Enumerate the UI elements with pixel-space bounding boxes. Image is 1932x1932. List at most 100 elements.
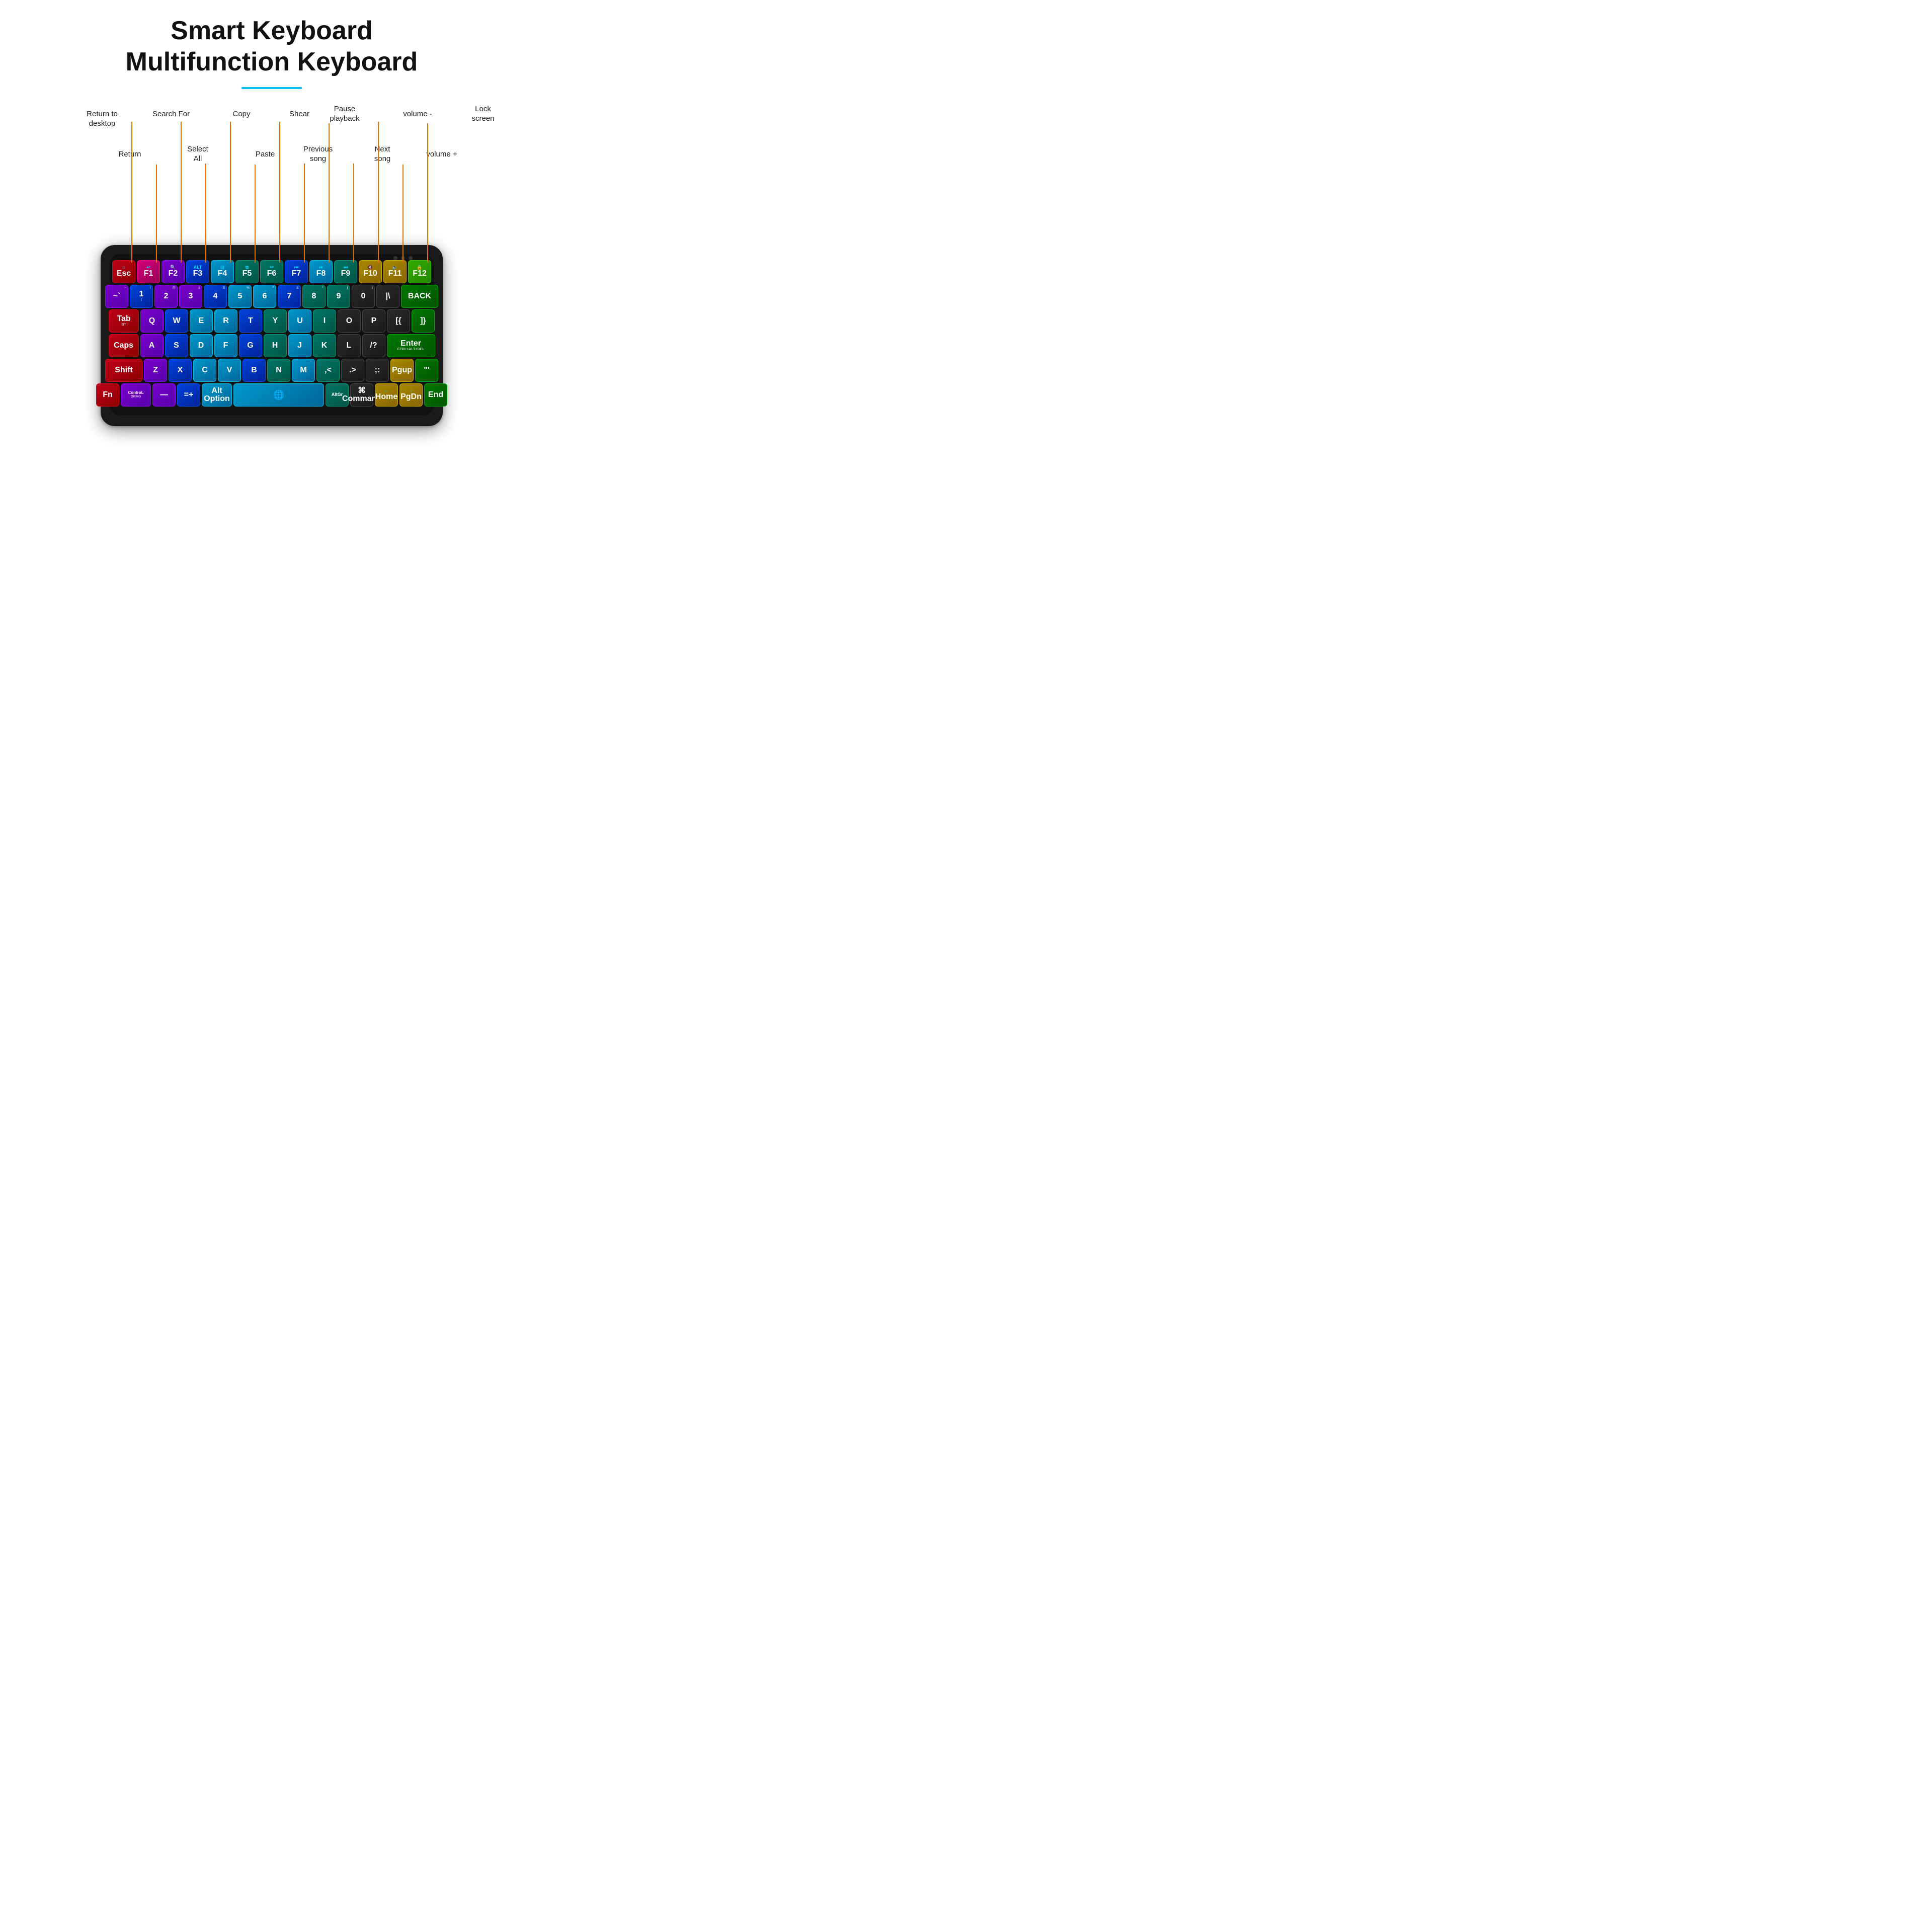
key-F9-0-9[interactable]: ⏭F9 — [334, 260, 357, 283]
key-F2-0-2[interactable]: 🔍F2 — [162, 260, 185, 283]
key-E-2-3[interactable]: E — [190, 309, 213, 333]
key-5-1-5[interactable]: 5% — [228, 285, 252, 308]
key-D-3-3[interactable]: D — [190, 334, 213, 357]
key-U-2-7[interactable]: U — [288, 309, 311, 333]
key-space-5-5[interactable]: 🌐 — [233, 383, 324, 407]
label-next-song: Next song — [357, 144, 408, 164]
key-ControL-5-1[interactable]: ControLDRAG — [121, 383, 151, 407]
key--4-9[interactable]: .> — [341, 359, 364, 382]
connector-select-all — [205, 164, 206, 263]
key-Caps-3-0[interactable]: Caps — [109, 334, 139, 357]
key-8-1-8[interactable]: 8* — [302, 285, 326, 308]
keyboard: ⌂Esc↩F1🔍F2ALTF3⊡F4⧉F5✂F6⏮F7⏯F8⏭F9🔇F10🔉F1… — [101, 245, 443, 426]
key-F5-0-5[interactable]: ⧉F5 — [235, 260, 259, 283]
title-line2: Multifunction Keyboard — [126, 46, 418, 77]
key-F11-0-11[interactable]: 🔉F11 — [383, 260, 407, 283]
label-volume-minus: volume - — [392, 109, 443, 119]
key-F1-0-1[interactable]: ↩F1 — [137, 260, 160, 283]
label-volume-plus: volume + — [417, 149, 467, 159]
page-title: Smart Keyboard Multifunction Keyboard — [126, 10, 418, 78]
connector-copy — [230, 122, 231, 263]
key-Alt-Option-5-4[interactable]: Alt Option — [202, 383, 232, 407]
key-3-1-3[interactable]: 3# — [179, 285, 202, 308]
connector-volume-plus — [403, 165, 404, 263]
key-1-1-1[interactable]: 1!! — [130, 285, 153, 308]
key-Q-2-1[interactable]: Q — [140, 309, 164, 333]
key-2-1-2[interactable]: 2@ — [154, 285, 178, 308]
key-Pgup-4-11[interactable]: Pgup — [390, 359, 414, 382]
key-J-3-7[interactable]: J — [288, 334, 311, 357]
key-F-3-4[interactable]: F — [214, 334, 237, 357]
key-Enter-3-11[interactable]: EnterCTRL+ALT+DEL — [387, 334, 435, 357]
connector-return — [156, 165, 157, 263]
key-Z-4-1[interactable]: Z — [144, 359, 167, 382]
key-T-2-5[interactable]: T — [239, 309, 262, 333]
key-M-4-7[interactable]: M — [292, 359, 315, 382]
key-Y-2-6[interactable]: Y — [264, 309, 287, 333]
key-F10-0-10[interactable]: 🔇F10 — [359, 260, 382, 283]
key-C-4-3[interactable]: C — [193, 359, 216, 382]
label-previous-song: Previous song — [293, 144, 343, 164]
connector-previous-song — [304, 164, 305, 263]
key--1-0[interactable]: ~`~ — [105, 285, 128, 308]
key-Tab-2-0[interactable]: TabBT — [109, 309, 139, 333]
key-S-3-2[interactable]: S — [165, 334, 188, 357]
key-Home-5-8[interactable]: ←Home — [375, 383, 398, 407]
key-F6-0-6[interactable]: ✂F6 — [260, 260, 283, 283]
key-9-1-9[interactable]: 9( — [327, 285, 350, 308]
label-shear: Shear — [274, 109, 325, 119]
key-W-2-2[interactable]: W — [165, 309, 188, 333]
key-F8-0-8[interactable]: ⏯F8 — [309, 260, 333, 283]
key--4-8[interactable]: ,< — [316, 359, 340, 382]
key--2-12[interactable]: ]} — [412, 309, 435, 333]
key--Command-5-7[interactable]: ⌘ Command — [350, 383, 373, 407]
key-row-5: FnControLDRAG—=+Alt Option🌐AltGr⌘ Comman… — [115, 383, 429, 407]
key-K-3-8[interactable]: K — [313, 334, 336, 357]
key-row-2: TabBTQWERTYUIOP[{]} — [115, 309, 429, 333]
key-6-1-6[interactable]: 6^ — [253, 285, 276, 308]
label-pause-playback: Pause playback — [319, 104, 370, 124]
key-G-3-5[interactable]: G — [239, 334, 262, 357]
key--3-10[interactable]: /? — [362, 334, 385, 357]
key-R-2-4[interactable]: R — [214, 309, 237, 333]
key-F4-0-4[interactable]: ⊡F4 — [211, 260, 234, 283]
key-O-2-9[interactable]: O — [338, 309, 361, 333]
key-H-3-6[interactable]: H — [264, 334, 287, 357]
label-return: Return — [105, 149, 155, 159]
diagram-area: ⌂Esc↩F1🔍F2ALTF3⊡F4⧉F5✂F6⏮F7⏯F8⏭F9🔇F10🔉F1… — [25, 94, 518, 436]
key--5-3[interactable]: =+ — [177, 383, 200, 407]
key-F12-0-12[interactable]: 🔒F12 — [408, 260, 431, 283]
key-Fn-5-0[interactable]: Fn — [96, 383, 119, 407]
label-paste: Paste — [240, 149, 290, 159]
connector-next-song — [353, 164, 354, 263]
key-Shift-4-0[interactable]: Shift — [105, 359, 142, 382]
key-PgDn-5-9[interactable]: ↓PgDn — [399, 383, 423, 407]
key-7-1-7[interactable]: 7& — [278, 285, 301, 308]
key--1-11[interactable]: |\ — [376, 285, 399, 308]
key-I-2-8[interactable]: I — [313, 309, 336, 333]
label-return-desktop: Return to desktop — [77, 109, 127, 129]
key-F3-0-3[interactable]: ALTF3 — [186, 260, 209, 283]
key-X-4-2[interactable]: X — [169, 359, 192, 382]
key-B-4-5[interactable]: B — [243, 359, 266, 382]
key-Esc-0-0[interactable]: ⌂Esc — [112, 260, 135, 283]
key-4-1-4[interactable]: 4$ — [204, 285, 227, 308]
label-copy: Copy — [216, 109, 267, 119]
key-F7-0-7[interactable]: ⏮F7 — [285, 260, 308, 283]
key-V-4-4[interactable]: V — [218, 359, 241, 382]
key-P-2-10[interactable]: P — [362, 309, 385, 333]
key--4-10[interactable]: ;: — [366, 359, 389, 382]
key-L-3-9[interactable]: L — [338, 334, 361, 357]
key--4-12[interactable]: "' — [415, 359, 438, 382]
title-line1: Smart Keyboard — [126, 15, 418, 46]
key-End-5-10[interactable]: End — [424, 383, 447, 407]
label-select-all: Select All — [173, 144, 223, 164]
key-BACK-1-12[interactable]: BACK — [401, 285, 438, 308]
connector-return-desktop — [131, 122, 132, 263]
key-0-1-10[interactable]: 0) — [352, 285, 375, 308]
key-N-4-6[interactable]: N — [267, 359, 290, 382]
key--5-2[interactable]: — — [152, 383, 176, 407]
key--2-11[interactable]: [{ — [387, 309, 410, 333]
key-row-0: ⌂Esc↩F1🔍F2ALTF3⊡F4⧉F5✂F6⏮F7⏯F8⏭F9🔇F10🔉F1… — [115, 260, 429, 283]
key-A-3-1[interactable]: A — [140, 334, 164, 357]
